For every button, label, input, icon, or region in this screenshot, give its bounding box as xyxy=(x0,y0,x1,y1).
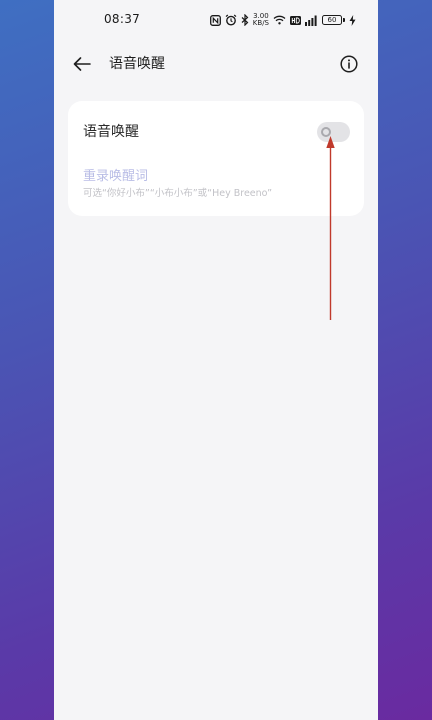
back-button[interactable] xyxy=(68,50,96,78)
net-speed-unit: KB/S xyxy=(252,19,269,27)
charging-icon xyxy=(349,13,356,27)
status-bar: 08:37 3.00 KB/S 60 xyxy=(54,0,378,40)
wifi-icon xyxy=(273,13,286,27)
info-button[interactable] xyxy=(336,51,362,77)
arrow-left-icon xyxy=(73,57,91,71)
page-title: 语音唤醒 xyxy=(109,56,165,72)
battery-icon: 60 xyxy=(322,15,345,25)
alarm-icon xyxy=(225,13,237,27)
hd-icon xyxy=(290,13,301,27)
toggle-knob xyxy=(321,127,331,137)
status-time: 08:37 xyxy=(104,12,141,26)
info-icon xyxy=(340,55,358,73)
voice-wake-toggle[interactable] xyxy=(317,122,350,142)
net-speed: 3.00 KB/S xyxy=(253,13,269,27)
voice-wake-settings-card: 语音唤醒 重录唤醒词 可选“你好小布”“小布小布”或“Hey Breeno” xyxy=(68,101,364,216)
bluetooth-icon xyxy=(241,13,249,27)
status-icons: 3.00 KB/S 60 xyxy=(209,12,356,28)
nfc-icon xyxy=(209,13,221,27)
phone-screen: 08:37 3.00 KB/S 60 语音唤醒 语音唤醒 重录唤醒词 可选“你好… xyxy=(54,0,378,720)
rerecord-wake-word-item[interactable]: 重录唤醒词 xyxy=(83,165,148,184)
voice-wake-label: 语音唤醒 xyxy=(83,124,139,140)
signal-icon xyxy=(305,13,318,27)
battery-level: 60 xyxy=(327,16,337,24)
page-header: 语音唤醒 xyxy=(54,42,378,86)
rerecord-wake-word-description: 可选“你好小布”“小布小布”或“Hey Breeno” xyxy=(83,188,273,199)
